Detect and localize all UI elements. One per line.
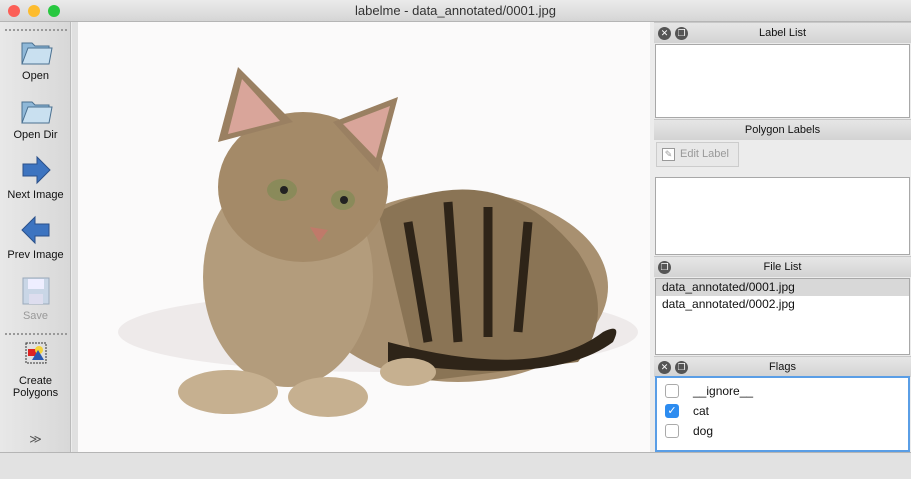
checkbox[interactable] (665, 384, 679, 398)
polygon-icon (25, 342, 46, 364)
minimize-window-button[interactable] (28, 5, 40, 17)
label-list[interactable] (655, 44, 910, 118)
edit-icon: ✎ (662, 147, 675, 161)
flag-ignore[interactable]: __ignore__ (657, 381, 908, 401)
flag-cat[interactable]: ✓ cat (657, 401, 908, 421)
next-image-button[interactable]: Next Image (0, 154, 71, 201)
file-list-item[interactable]: data_annotated/0002.jpg (656, 296, 909, 313)
edit-label-button[interactable]: ✎ Edit Label (656, 142, 739, 167)
create-polygons-button[interactable]: Create Polygons (0, 340, 71, 399)
flags-header: ✕ ❐ Flags (654, 356, 911, 377)
cat-photo (118, 67, 638, 417)
status-bar (0, 452, 911, 479)
file-list[interactable]: data_annotated/0001.jpg data_annotated/0… (655, 278, 910, 355)
label-list-header: ✕ ❐ Label List (654, 22, 911, 43)
folder-icon (20, 42, 53, 65)
float-icon[interactable]: ❐ (658, 261, 671, 274)
title-bar: labelme - data_annotated/0001.jpg (0, 0, 911, 22)
arrow-left-icon (20, 215, 49, 245)
toolbar: Open Open Dir Next Image Prev Image Save… (0, 22, 71, 452)
flag-dog[interactable]: dog (657, 421, 908, 441)
file-list-item[interactable]: data_annotated/0001.jpg (656, 279, 909, 296)
zoom-window-button[interactable] (48, 5, 60, 17)
arrow-right-icon (22, 155, 51, 185)
window-title: labelme - data_annotated/0001.jpg (355, 3, 556, 18)
folder-icon (20, 101, 53, 124)
close-window-button[interactable] (8, 5, 20, 17)
flags-list[interactable]: __ignore__ ✓ cat dog (655, 376, 910, 452)
polygon-labels-list[interactable] (655, 177, 910, 255)
polygon-labels-header: Polygon Labels (654, 119, 911, 140)
close-icon[interactable]: ✕ (658, 27, 671, 40)
image-canvas[interactable] (78, 22, 650, 452)
floppy-icon (22, 277, 49, 305)
open-dir-button[interactable]: Open Dir (0, 94, 71, 141)
close-icon[interactable]: ✕ (658, 361, 671, 374)
float-icon[interactable]: ❐ (675, 361, 688, 374)
prev-image-button[interactable]: Prev Image (0, 214, 71, 261)
checkbox[interactable] (665, 424, 679, 438)
float-icon[interactable]: ❐ (675, 27, 688, 40)
checkbox-checked[interactable]: ✓ (665, 404, 679, 418)
double-chevron-down-icon[interactable]: ≫ (0, 432, 71, 446)
open-button[interactable]: Open (0, 35, 71, 82)
save-button[interactable]: Save (0, 275, 71, 322)
file-list-header: ❐ File List (654, 256, 911, 277)
